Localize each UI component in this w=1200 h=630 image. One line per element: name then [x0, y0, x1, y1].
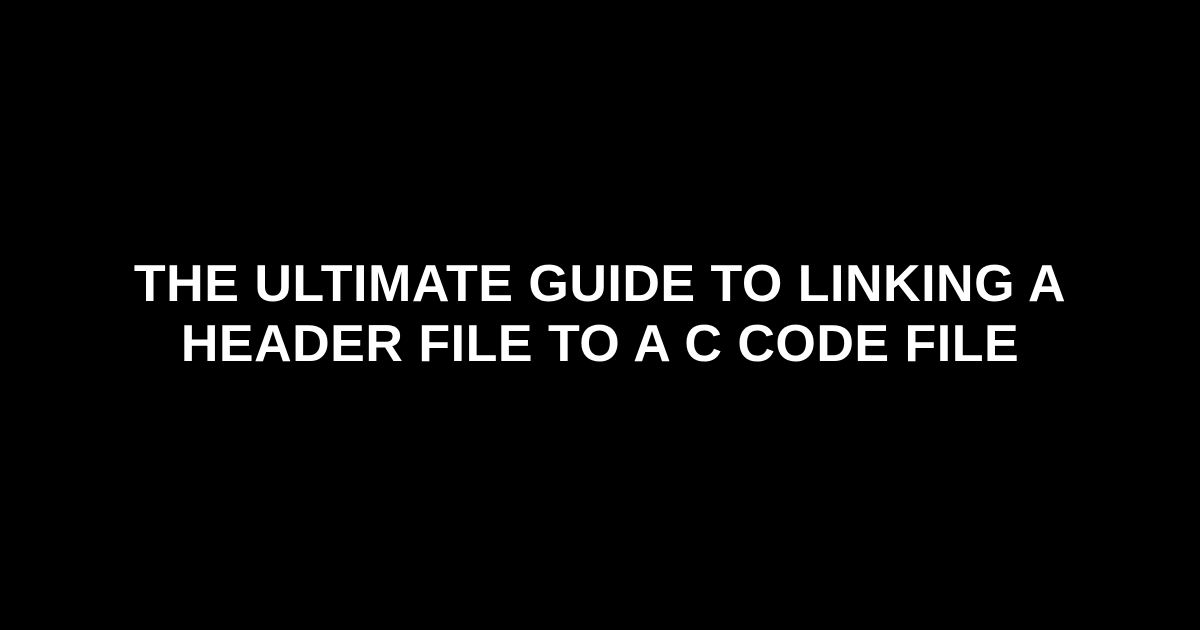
page-title: THE ULTIMATE GUIDE TO LINKING A HEADER F… — [60, 255, 1140, 375]
title-container: THE ULTIMATE GUIDE TO LINKING A HEADER F… — [0, 255, 1200, 375]
